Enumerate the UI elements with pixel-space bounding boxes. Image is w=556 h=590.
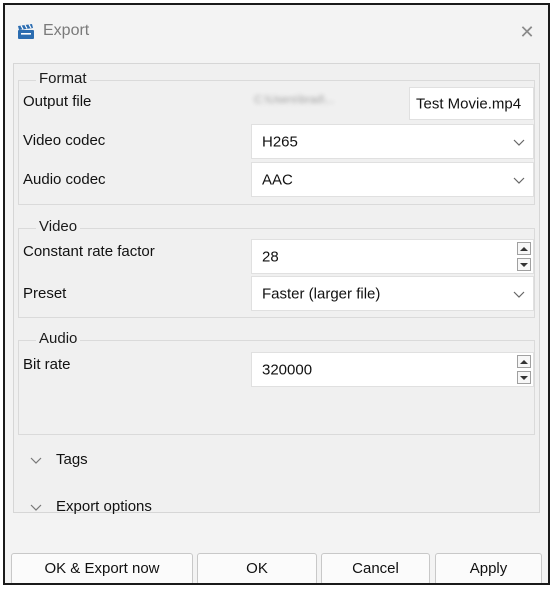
ok-export-now-button[interactable]: OK & Export now [11,553,193,583]
window-title: Export [43,22,90,39]
chevron-down-icon [513,139,525,146]
audio-codec-select[interactable]: AAC [251,162,534,197]
cancel-button[interactable]: Cancel [321,553,430,583]
title-bar: Export ✕ [5,5,548,57]
output-file-field[interactable]: Test Movie.mp4 [409,87,534,120]
export-options-section-label: Export options [56,498,152,515]
preset-select[interactable]: Faster (larger file) [251,276,534,311]
chevron-down-icon [30,504,42,511]
clapperboard-icon [18,24,34,39]
output-path-blurred: C:\Users\brad\... [254,94,335,106]
video-group-title: Video [36,218,81,235]
preset-label: Preset [23,285,67,302]
tags-section-toggle[interactable]: Tags [14,441,541,477]
audio-group-title: Audio [36,330,81,347]
chevron-down-icon [513,177,525,184]
video-group: Video Constant rate factor 28 Preset Fas… [18,218,535,318]
bitrate-spinbox[interactable]: 320000 [251,352,534,387]
spin-up-icon[interactable] [517,355,531,368]
export-dialog: Export ✕ Format Output file Test Movie.m… [3,3,550,585]
ok-button[interactable]: OK [197,553,317,583]
apply-button[interactable]: Apply [435,553,542,583]
crf-spinbox[interactable]: 28 [251,239,534,274]
close-icon: ✕ [519,22,535,42]
chevron-down-icon [30,457,42,464]
audio-codec-label: Audio codec [23,171,106,188]
close-button[interactable]: ✕ [512,17,542,47]
spin-down-icon[interactable] [517,258,531,271]
video-codec-select[interactable]: H265 [251,124,534,159]
audio-group: Audio Bit rate 320000 [18,330,535,435]
tags-section-label: Tags [56,451,88,468]
button-bar: OK & Export now OK Cancel Apply [5,553,548,583]
crf-label: Constant rate factor [23,243,155,260]
export-options-section-toggle[interactable]: Export options [14,488,541,524]
bitrate-label: Bit rate [23,356,71,373]
crf-stepper [517,242,531,271]
chevron-down-icon [513,291,525,298]
video-codec-label: Video codec [23,132,106,149]
output-file-label: Output file [23,93,92,110]
settings-panel: Format Output file Test Movie.mp4 Video … [13,63,541,515]
spin-up-icon[interactable] [517,242,531,255]
format-group-title: Format [36,70,90,87]
bitrate-stepper [517,355,531,384]
spin-down-icon[interactable] [517,371,531,384]
